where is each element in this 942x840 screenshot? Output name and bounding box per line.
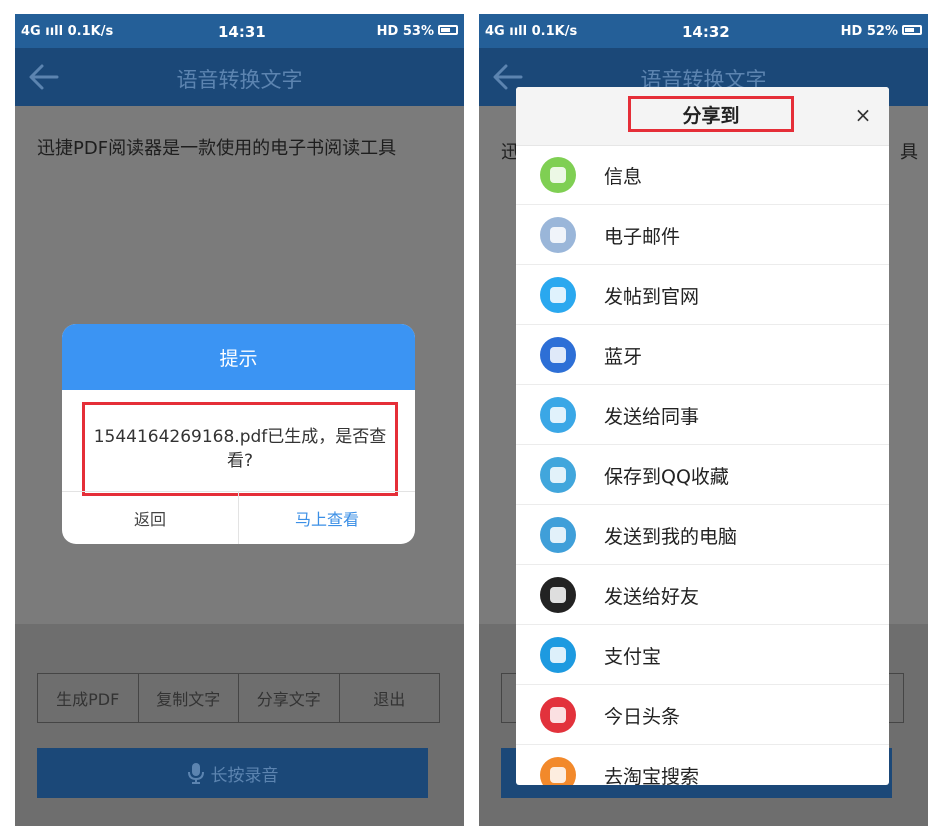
hold-to-record-button[interactable]: 长按录音 [37, 748, 428, 798]
close-icon[interactable]: × [851, 103, 875, 127]
share-item-taobao-search[interactable]: 去淘宝搜索 [516, 745, 889, 785]
share-item-label: 去淘宝搜索 [604, 766, 700, 785]
share-item-bluetooth[interactable]: 蓝牙 [516, 325, 889, 385]
share-item-label: 支付宝 [604, 646, 662, 668]
colleague-icon [540, 397, 576, 433]
copy-text-button[interactable]: 复制文字 [139, 674, 239, 722]
alipay-icon [540, 637, 576, 673]
battery-icon [902, 25, 922, 35]
status-bar: 4G ııll 0.1K/s 14:32 HD 52% [479, 14, 928, 48]
share-sheet: 分享到 × 信息电子邮件发帖到官网蓝牙发送给同事保存到QQ收藏 发送到我的电脑 发送… [516, 87, 889, 785]
share-item-email[interactable]: 电子邮件 [516, 205, 889, 265]
view-now-button[interactable]: 马上查看 [239, 492, 415, 544]
network-status: 4G ııll 0.1K/s [21, 24, 114, 39]
generate-pdf-button[interactable]: 生成PDF [38, 674, 139, 722]
share-item-label: 电子邮件 [604, 226, 681, 248]
share-target-list: 信息电子邮件发帖到官网蓝牙发送给同事保存到QQ收藏 发送到我的电脑 发送给好友支付宝… [516, 145, 889, 785]
share-item-label: 今日头条 [604, 706, 681, 728]
share-item-label: 发送给同事 [604, 406, 700, 428]
qq-favorites-icon [540, 457, 576, 493]
share-item-label: 蓝牙 [604, 346, 643, 368]
app-bar: 语音转换文字 [15, 48, 464, 106]
website-post-icon [540, 277, 576, 313]
phone-screen-left: 4G ııll 0.1K/s 14:31 HD 53% 语音转换文字 迅捷PDF… [15, 14, 464, 826]
exit-button[interactable]: 退出 [340, 674, 440, 722]
sms-icon [540, 157, 576, 193]
microphone-icon [187, 763, 204, 784]
share-item-alipay[interactable]: 支付宝 [516, 625, 889, 685]
converted-text-end: 具 [900, 142, 918, 163]
network-status: 4G ııll 0.1K/s [485, 24, 578, 39]
clock: 14:32 [682, 23, 730, 41]
battery-icon [438, 25, 458, 35]
share-text-button[interactable]: 分享文字 [239, 674, 340, 722]
dialog-actions: 返回 马上查看 [62, 491, 415, 544]
share-item-sms[interactable]: 信息 [516, 145, 889, 205]
share-item-my-computer[interactable]: 发送到我的电脑 [516, 505, 889, 565]
status-bar: 4G ııll 0.1K/s 14:31 HD 53% [15, 14, 464, 48]
share-sheet-title: 分享到 [628, 96, 794, 132]
battery-status: HD 53% [376, 24, 434, 39]
page-title: 语音转换文字 [176, 68, 303, 92]
email-icon [540, 217, 576, 253]
share-item-qq-favorites[interactable]: 保存到QQ收藏 [516, 445, 889, 505]
qq-friend-icon [540, 577, 576, 613]
share-item-label: 发送到我的电脑 [604, 526, 738, 548]
share-sheet-header: 分享到 × [516, 87, 889, 146]
share-item-label: 发送给好友 [604, 586, 700, 608]
toutiao-icon [540, 697, 576, 733]
share-item-label: 发帖到官网 [604, 286, 700, 308]
record-button-label: 长按录音 [210, 765, 279, 786]
share-item-website-post[interactable]: 发帖到官网 [516, 265, 889, 325]
phone-screen-right: 4G ııll 0.1K/s 14:32 HD 52% 语音转换文字 迅 具 分… [479, 14, 928, 826]
share-item-colleague[interactable]: 发送给同事 [516, 385, 889, 445]
my-computer-icon [540, 517, 576, 553]
share-item-toutiao[interactable]: 今日头条 [516, 685, 889, 745]
bluetooth-icon [540, 337, 576, 373]
share-item-label: 保存到QQ收藏 [604, 466, 729, 488]
action-button-row: 生成PDF 复制文字 分享文字 退出 [37, 673, 440, 723]
generated-dialog: 提示 1544164269168.pdf已生成，是否查看? 返回 马上查看 [62, 324, 415, 544]
share-item-qq-friend[interactable]: 发送给好友 [516, 565, 889, 625]
dialog-title: 提示 [62, 324, 415, 390]
battery-status: HD 52% [840, 24, 898, 39]
converted-text: 迅捷PDF阅读器是一款使用的电子书阅读工具 [37, 138, 397, 159]
taobao-search-icon [540, 757, 576, 785]
clock: 14:31 [218, 23, 266, 41]
back-button[interactable]: 返回 [62, 492, 239, 544]
share-item-label: 信息 [604, 166, 643, 188]
dialog-message: 1544164269168.pdf已生成，是否查看? [82, 402, 398, 496]
